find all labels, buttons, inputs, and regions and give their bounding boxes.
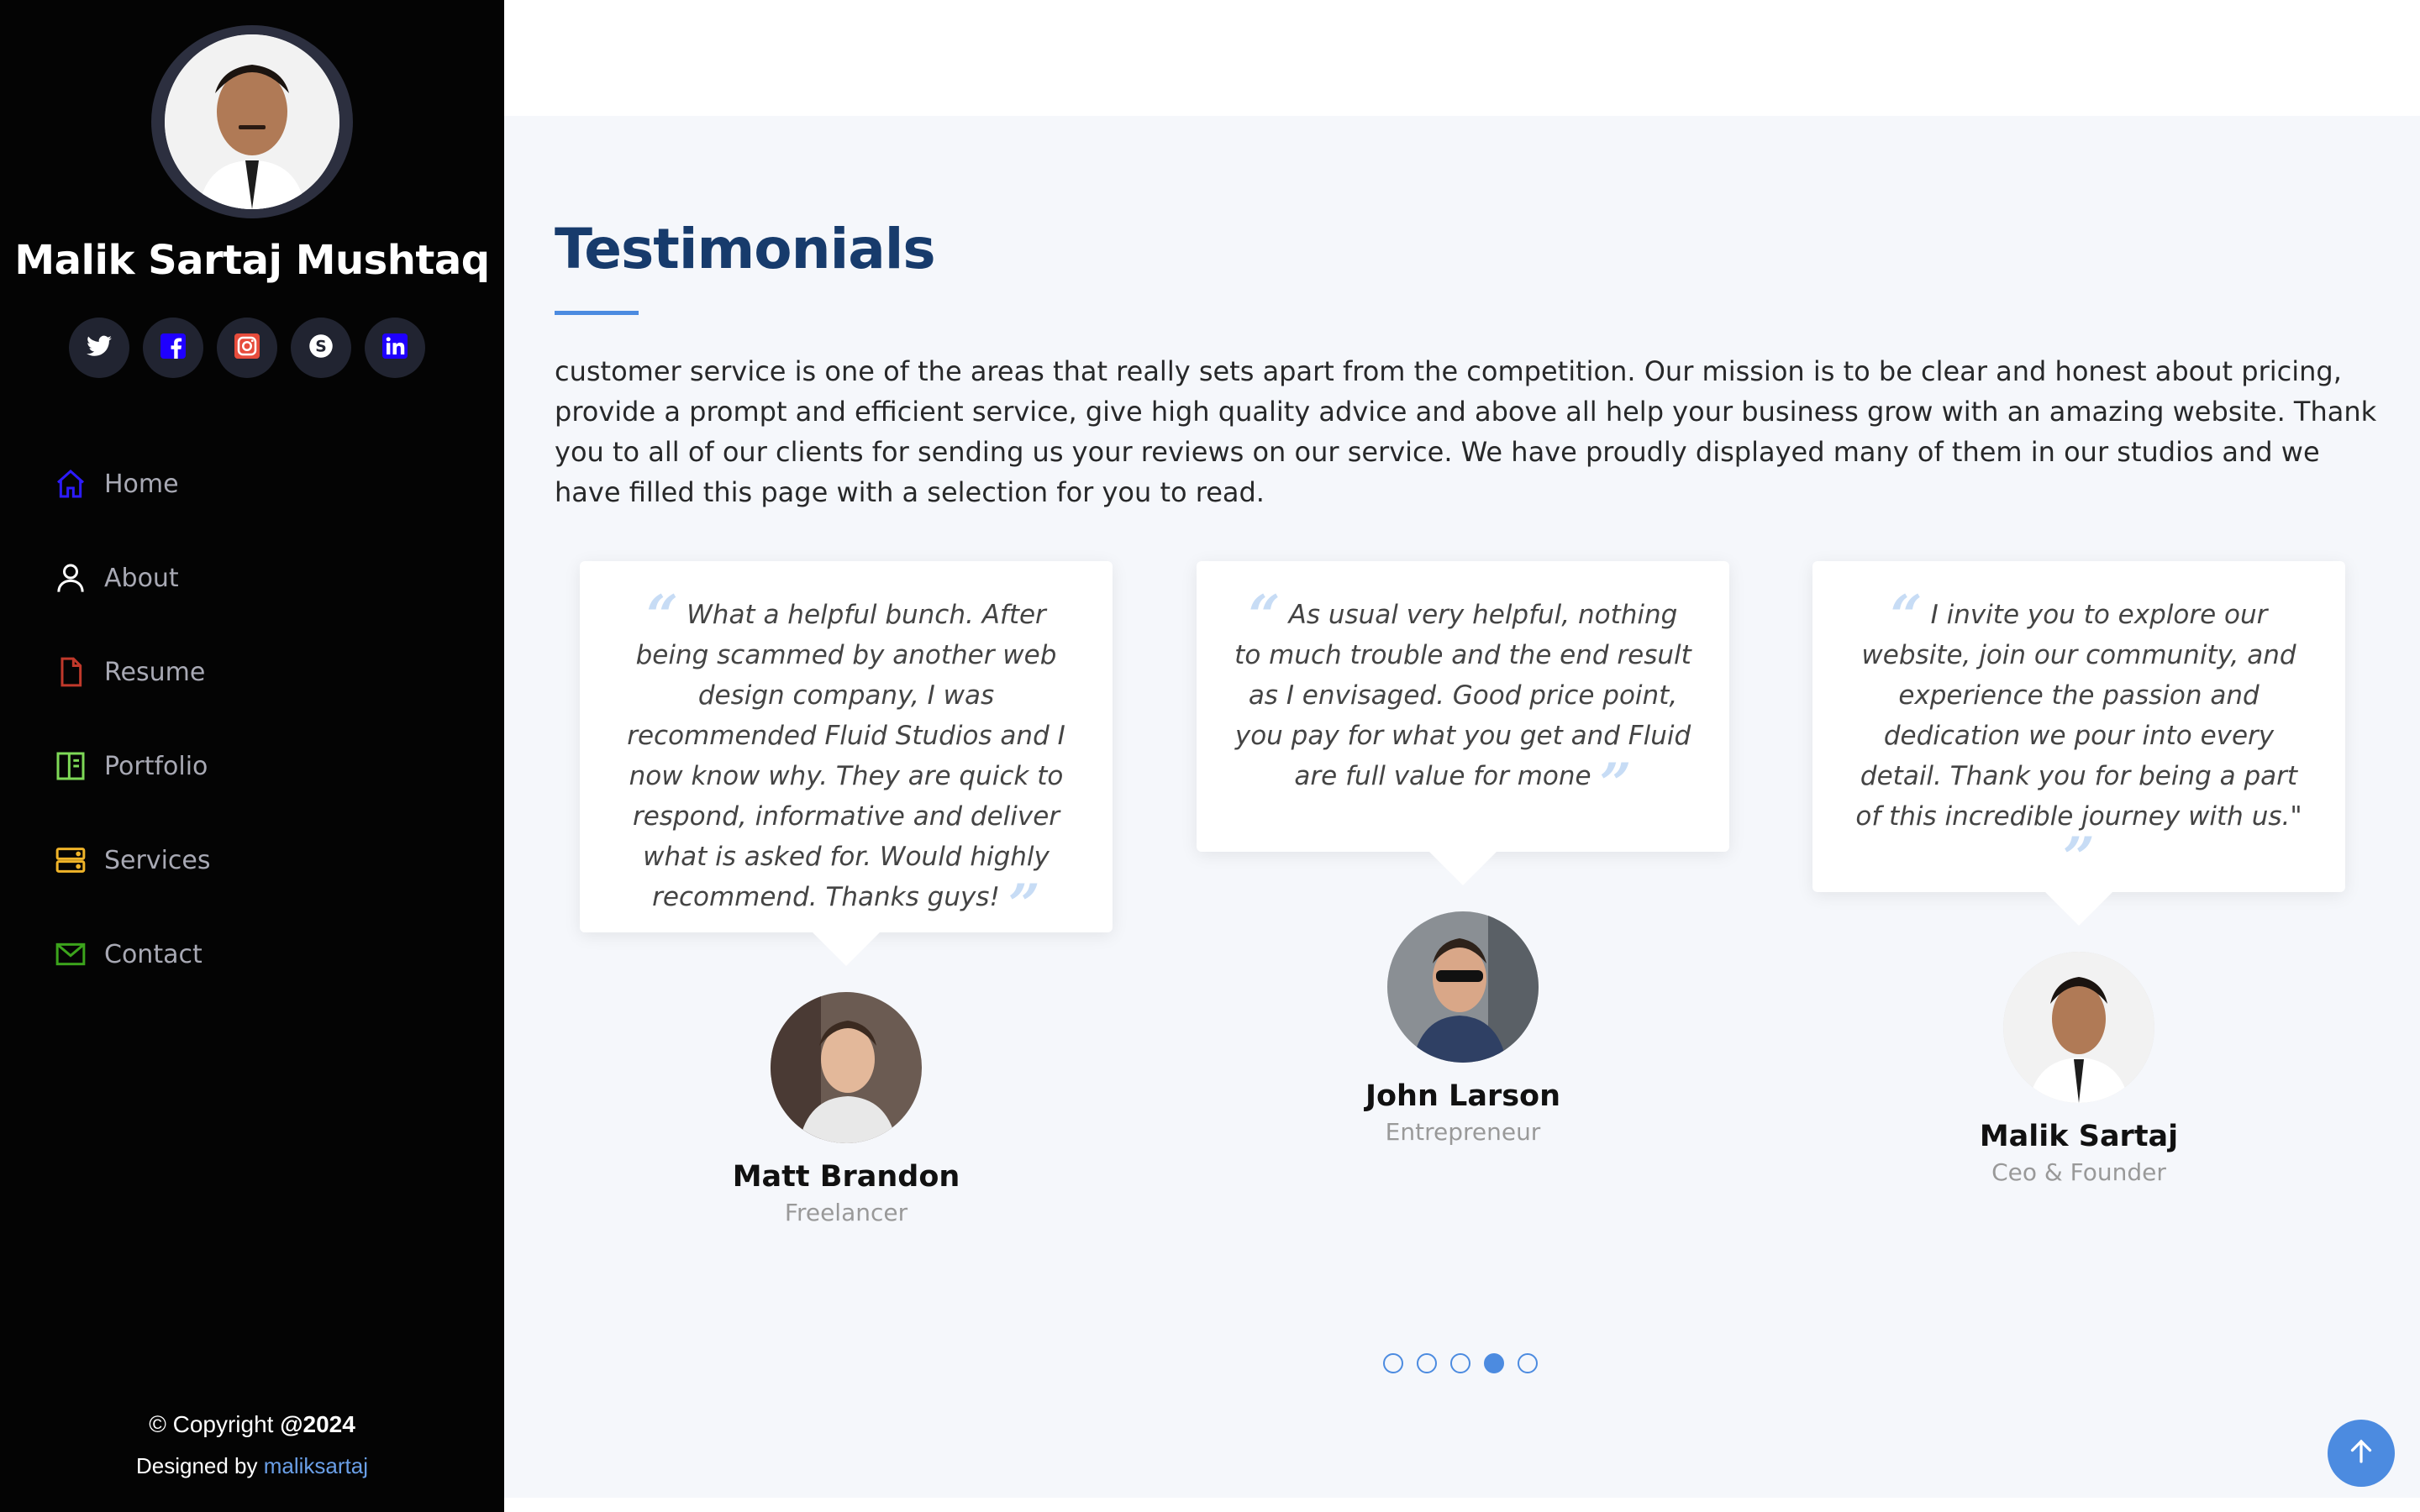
- testimonial-card: “As usual very helpful, nothing to much …: [1197, 561, 1729, 885]
- testimonial-name: John Larson: [1365, 1079, 1561, 1113]
- twitter-icon: [87, 335, 112, 360]
- designed-by: Designed by maliksartaj: [135, 1453, 368, 1478]
- facebook-link[interactable]: [143, 318, 203, 378]
- nav-label-resume: Resume: [104, 657, 206, 687]
- nav-item-contact[interactable]: Contact: [52, 907, 211, 1001]
- arrow-up-icon: [2346, 1436, 2376, 1470]
- profile-avatar: [151, 25, 353, 218]
- skype-link[interactable]: S: [291, 318, 351, 378]
- carousel-pagination: [1383, 1353, 1538, 1373]
- envelope-icon: [52, 936, 89, 973]
- testimonial-avatar: [2003, 952, 2154, 1103]
- testimonial-quote: I invite you to explore our website, joi…: [1855, 600, 2302, 832]
- testimonial-person: John Larson Entrepreneur: [1337, 911, 1589, 1146]
- top-area: [504, 0, 2420, 116]
- title-underline: [555, 311, 639, 315]
- quote-close-icon: ”: [2063, 825, 2095, 890]
- designer-link[interactable]: maliksartaj: [264, 1453, 368, 1478]
- nav-label-services: Services: [104, 845, 211, 875]
- testimonial-quote: What a helpful bunch. After being scamme…: [627, 600, 1065, 912]
- carousel-dot[interactable]: [1383, 1353, 1403, 1373]
- person-icon: [52, 559, 89, 596]
- quote-close-icon: ”: [1007, 872, 1040, 937]
- testimonial-role: Freelancer: [784, 1199, 908, 1226]
- twitter-link[interactable]: [69, 318, 129, 378]
- linkedin-link[interactable]: [365, 318, 425, 378]
- nav-label-contact: Contact: [104, 939, 203, 969]
- testimonial-name: Matt Brandon: [732, 1160, 960, 1194]
- bottom-strip: [504, 1498, 2420, 1512]
- sidebar: Malik Sartaj Mushtaq S Home About Resume…: [0, 0, 504, 1512]
- instagram-link[interactable]: [217, 318, 277, 378]
- testimonial-role: Ceo & Founder: [1991, 1158, 2166, 1186]
- nav-item-services[interactable]: Services: [52, 813, 211, 907]
- profile-name: Malik Sartaj Mushtaq: [14, 237, 490, 284]
- carousel-dot[interactable]: [1417, 1353, 1437, 1373]
- copyright: © Copyright @2024: [149, 1411, 355, 1437]
- home-icon: [52, 465, 89, 502]
- nav-item-home[interactable]: Home: [52, 437, 211, 531]
- testimonial-avatar: [771, 992, 922, 1143]
- testimonial-role: Entrepreneur: [1385, 1118, 1541, 1146]
- back-to-top-button[interactable]: [2328, 1420, 2395, 1487]
- testimonial-avatar: [1387, 911, 1539, 1063]
- section-description: customer service is one of the areas tha…: [555, 355, 2377, 508]
- testimonial-card: “I invite you to explore our website, jo…: [1812, 561, 2345, 926]
- section-title: Testimonials: [555, 217, 936, 281]
- testimonial-card: “What a helpful bunch. After being scamm…: [580, 561, 1113, 966]
- carousel-dot[interactable]: [1484, 1353, 1504, 1373]
- instagram-icon: [234, 333, 260, 362]
- facebook-icon: [160, 333, 186, 362]
- testimonial-person: Matt Brandon Freelancer: [720, 992, 972, 1226]
- quote-open-icon: “: [1248, 583, 1281, 648]
- testimonial-person: Malik Sartaj Ceo & Founder: [1953, 952, 2205, 1186]
- main-content: Testimonials customer service is one of …: [504, 0, 2420, 1512]
- nav-item-portfolio[interactable]: Portfolio: [52, 719, 211, 813]
- linkedin-icon: [382, 333, 408, 362]
- carousel-dot[interactable]: [1450, 1353, 1470, 1373]
- quote-close-icon: ”: [1599, 751, 1632, 816]
- carousel-dot[interactable]: [1518, 1353, 1538, 1373]
- nav-label-about: About: [104, 563, 179, 593]
- quote-open-icon: “: [646, 583, 679, 648]
- svg-text:S: S: [315, 338, 327, 355]
- file-icon: [52, 654, 89, 690]
- quote-open-icon: “: [1890, 583, 1923, 648]
- nav-label-home: Home: [104, 469, 179, 499]
- nav-item-about[interactable]: About: [52, 531, 211, 625]
- nav-label-portfolio: Portfolio: [104, 751, 208, 781]
- social-links: S: [69, 318, 425, 378]
- testimonial-name: Malik Sartaj: [1979, 1120, 2179, 1153]
- nav-item-resume[interactable]: Resume: [52, 625, 211, 719]
- main-nav: Home About Resume Portfolio Services Con…: [52, 437, 211, 1001]
- book-icon: [52, 748, 89, 785]
- server-icon: [52, 842, 89, 879]
- skype-icon: S: [308, 333, 334, 362]
